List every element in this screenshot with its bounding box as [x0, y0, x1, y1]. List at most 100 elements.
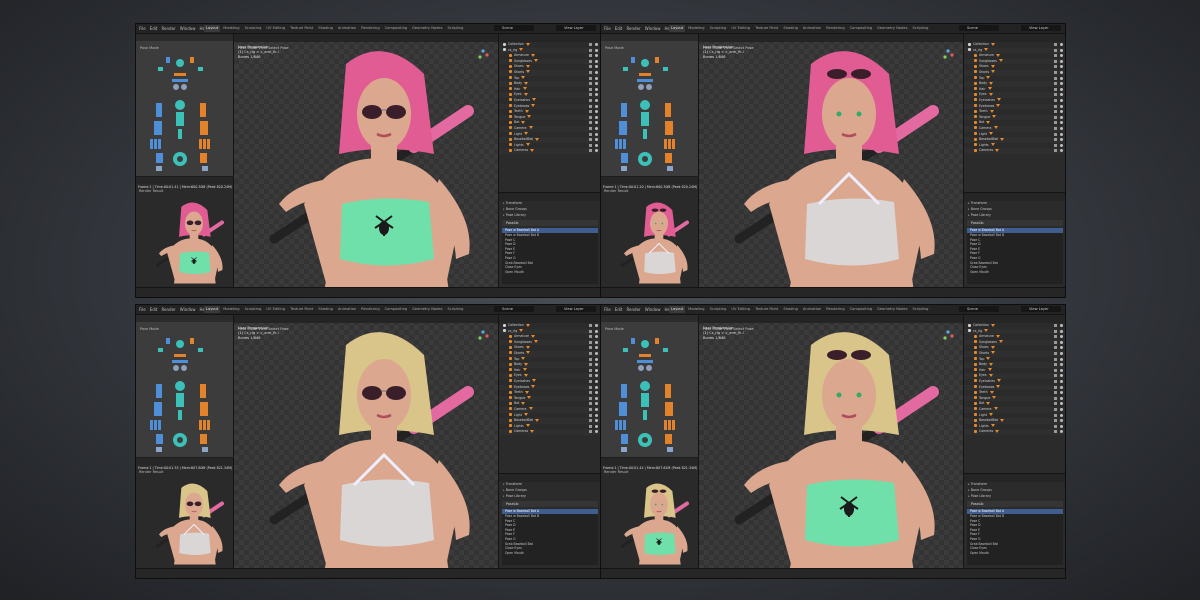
outliner-row[interactable]: Cameras: [499, 148, 600, 154]
navigation-gizmo-icon[interactable]: [476, 329, 490, 343]
rig-picker[interactable]: [601, 41, 698, 180]
workspace-tab[interactable]: UV Editing: [264, 25, 287, 32]
workspace-tab[interactable]: Texture Paint: [753, 306, 780, 313]
workspace-tab[interactable]: Animation: [801, 25, 823, 32]
workspace-tab[interactable]: UV Editing: [729, 306, 752, 313]
workspace-tab[interactable]: UV Editing: [264, 306, 287, 313]
object-icon: [974, 345, 977, 349]
workspace-tab[interactable]: Animation: [801, 306, 823, 313]
outliner-row[interactable]: Cameras: [964, 148, 1065, 154]
navigation-gizmo-icon[interactable]: [941, 48, 955, 62]
pose-list-item[interactable]: Open Mouth: [967, 270, 1063, 275]
scene-selector[interactable]: Scene: [959, 306, 999, 312]
outliner-row[interactable]: Cameras: [499, 429, 600, 435]
workspace-tab[interactable]: Scripting: [910, 306, 930, 313]
workspace-tab[interactable]: Modeling: [686, 306, 706, 313]
workspace-tab[interactable]: Animation: [336, 25, 358, 32]
menu-item[interactable]: Render: [626, 305, 640, 314]
workspace-tab[interactable]: Layout: [669, 306, 686, 313]
workspace-tab[interactable]: Layout: [204, 25, 221, 32]
workspace-tab[interactable]: Shading: [316, 306, 335, 313]
properties-section[interactable]: Pose Library: [499, 213, 600, 219]
pose-library-field[interactable]: PoseLib: [967, 220, 1063, 227]
properties-section[interactable]: Pose Library: [964, 494, 1065, 500]
workspace-tab[interactable]: Scripting: [445, 306, 465, 313]
3d-viewport[interactable]: Pose Mode View Select Pose User Perspect…: [699, 315, 963, 568]
navigation-gizmo-icon[interactable]: [941, 329, 955, 343]
view-layer-selector[interactable]: View Layer: [1021, 25, 1061, 31]
workspace-tab[interactable]: Modeling: [686, 25, 706, 32]
menu-item[interactable]: Render: [161, 24, 175, 33]
workspace-tab[interactable]: Shading: [781, 306, 800, 313]
workspace-tab[interactable]: Geometry Nodes: [875, 306, 909, 313]
workspace-tab[interactable]: Modeling: [221, 306, 241, 313]
pose-list-item[interactable]: Open Mouth: [967, 551, 1063, 556]
workspace-tab[interactable]: Shading: [316, 25, 335, 32]
menu-item[interactable]: Window: [180, 24, 196, 33]
workspace-tab[interactable]: Scripting: [910, 25, 930, 32]
menu-item[interactable]: Edit: [150, 24, 158, 33]
rig-picker[interactable]: [136, 41, 233, 180]
workspace-tab[interactable]: Sculpting: [708, 25, 729, 32]
outliner-label: Top: [979, 356, 985, 361]
workspace-tab[interactable]: Compositing: [848, 25, 875, 32]
view-layer-selector[interactable]: View Layer: [1021, 306, 1061, 312]
workspace-tab[interactable]: Geometry Nodes: [410, 306, 444, 313]
menu-item[interactable]: Edit: [615, 305, 623, 314]
scene-selector[interactable]: Scene: [959, 25, 999, 31]
workspace-tab[interactable]: Geometry Nodes: [875, 25, 909, 32]
pose-library-field[interactable]: PoseLib: [502, 501, 598, 508]
workspace-tab[interactable]: Modeling: [221, 25, 241, 32]
scene-selector[interactable]: Scene: [494, 25, 534, 31]
rig-picker[interactable]: [601, 322, 698, 461]
menu-item[interactable]: File: [139, 24, 146, 33]
workspace-tab[interactable]: Animation: [336, 306, 358, 313]
menu-item[interactable]: Window: [180, 305, 196, 314]
3d-viewport[interactable]: Pose Mode View Select Pose User Perspect…: [699, 34, 963, 287]
workspace-tab[interactable]: Geometry Nodes: [410, 25, 444, 32]
workspace-tab[interactable]: Texture Paint: [288, 25, 315, 32]
menu-item[interactable]: Render: [626, 24, 640, 33]
workspace-tab[interactable]: Sculpting: [708, 306, 729, 313]
view-layer-selector[interactable]: View Layer: [556, 306, 596, 312]
workspace-tab[interactable]: Compositing: [383, 306, 410, 313]
workspace-tab[interactable]: Texture Paint: [288, 306, 315, 313]
3d-viewport[interactable]: Pose Mode View Select Pose User Perspect…: [234, 315, 498, 568]
pose-list-item[interactable]: Open Mouth: [502, 270, 598, 275]
3d-viewport[interactable]: Pose Mode View Select Pose User Perspect…: [234, 34, 498, 287]
pose-library-field[interactable]: PoseLib: [967, 501, 1063, 508]
properties-section[interactable]: Pose Library: [499, 494, 600, 500]
menu-item[interactable]: Edit: [150, 305, 158, 314]
workspace-tab[interactable]: Rendering: [359, 25, 381, 32]
rig-picker[interactable]: [136, 322, 233, 461]
menu-item[interactable]: File: [604, 305, 611, 314]
workspace-tab[interactable]: Rendering: [824, 25, 846, 32]
workspace-tab[interactable]: Sculpting: [243, 306, 264, 313]
workspace-tab[interactable]: Scripting: [445, 25, 465, 32]
navigation-gizmo-icon[interactable]: [476, 48, 490, 62]
menu-item[interactable]: File: [139, 305, 146, 314]
workspace-tab[interactable]: UV Editing: [729, 25, 752, 32]
workspace-tab[interactable]: Layout: [204, 306, 221, 313]
workspace-tab[interactable]: Rendering: [824, 306, 846, 313]
workspace-tab[interactable]: Texture Paint: [753, 25, 780, 32]
menu-item[interactable]: Edit: [615, 24, 623, 33]
pose-library-field[interactable]: PoseLib: [502, 220, 598, 227]
workspace-tab[interactable]: Compositing: [848, 306, 875, 313]
properties-section[interactable]: Pose Library: [964, 213, 1065, 219]
pose-list-item[interactable]: Open Mouth: [502, 551, 598, 556]
workspace-tab[interactable]: Sculpting: [243, 25, 264, 32]
object-icon: [968, 329, 971, 333]
outliner-row[interactable]: Cameras: [964, 429, 1065, 435]
workspace-tab[interactable]: Layout: [669, 25, 686, 32]
workspace-tab[interactable]: Compositing: [383, 25, 410, 32]
modifier-icon: [995, 148, 1000, 152]
menu-item[interactable]: Render: [161, 305, 175, 314]
menu-item[interactable]: File: [604, 24, 611, 33]
view-layer-selector[interactable]: View Layer: [556, 25, 596, 31]
scene-selector[interactable]: Scene: [494, 306, 534, 312]
workspace-tab[interactable]: Rendering: [359, 306, 381, 313]
menu-item[interactable]: Window: [645, 24, 661, 33]
workspace-tab[interactable]: Shading: [781, 25, 800, 32]
menu-item[interactable]: Window: [645, 305, 661, 314]
